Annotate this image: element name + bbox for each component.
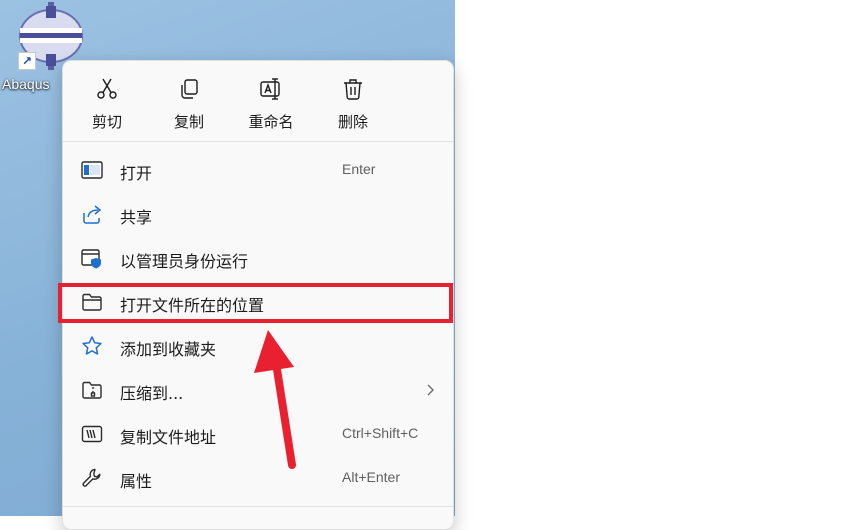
menu-item-label: 打开文件所在的位置 xyxy=(120,296,265,315)
trash-icon xyxy=(344,79,362,100)
menu-item-open[interactable]: 打开 Enter xyxy=(69,150,449,190)
wrench-icon xyxy=(82,468,101,487)
menu-item-run-as-admin[interactable]: 以管理员身份运行 xyxy=(69,238,449,278)
desktop-shortcut-abaqus[interactable]: ↗ Abaqus xyxy=(0,0,83,100)
menu-item-label: 以管理员身份运行 xyxy=(120,252,249,271)
menu-item-share[interactable]: 共享 xyxy=(69,194,449,234)
menu-item-label: 属性 xyxy=(120,472,153,491)
copy-button[interactable]: 复制 xyxy=(153,69,225,133)
shortcut-text: Ctrl+Shift+C xyxy=(342,425,419,441)
star-icon xyxy=(82,336,102,355)
delete-button[interactable]: 删除 xyxy=(317,69,389,133)
rename-label: 重命名 xyxy=(248,113,294,131)
menu-item-open-file-location[interactable]: 打开文件所在的位置 xyxy=(69,282,449,322)
menu-item-label: 打开 xyxy=(120,164,153,183)
divider xyxy=(63,141,453,142)
menu-item-properties[interactable]: 属性 Alt+Enter xyxy=(69,458,449,498)
context-menu: 剪切 复制 重命名 删除 打开 Enter 共享 以管理员身份运行 打开文件所在… xyxy=(62,60,454,530)
copy-label: 复制 xyxy=(173,113,204,131)
cut-button[interactable]: 剪切 xyxy=(71,69,143,133)
menu-item-add-to-favorites[interactable]: 添加到收藏夹 xyxy=(69,326,449,366)
scissors-icon xyxy=(97,78,117,99)
shortcut-text: Enter xyxy=(342,161,376,177)
menu-item-label: 复制文件地址 xyxy=(120,428,217,447)
rename-icon xyxy=(260,78,280,100)
desktop-icon-label: Abaqus xyxy=(2,76,50,92)
menu-item-label: 压缩到... xyxy=(120,384,184,403)
menu-item-label: 添加到收藏夹 xyxy=(120,340,217,359)
blank-area xyxy=(455,0,848,516)
copy-path-icon xyxy=(81,425,103,443)
menu-item-label: 共享 xyxy=(120,208,153,227)
menu-item-compress-to[interactable]: 压缩到... xyxy=(69,370,449,410)
rename-button[interactable]: 重命名 xyxy=(235,69,307,133)
share-icon xyxy=(83,205,102,224)
chevron-right-icon xyxy=(427,384,434,396)
zip-folder-icon xyxy=(82,381,102,399)
shortcut-text: Alt+Enter xyxy=(342,469,400,485)
quick-actions-row: 剪切 复制 重命名 删除 xyxy=(63,61,453,141)
admin-shield-icon xyxy=(81,249,101,269)
shortcut-arrow-icon: ↗ xyxy=(18,52,36,70)
cut-label: 剪切 xyxy=(91,113,122,131)
open-window-icon xyxy=(81,161,103,179)
delete-label: 删除 xyxy=(337,113,368,131)
divider xyxy=(63,506,453,507)
menu-item-copy-path[interactable]: 复制文件地址 Ctrl+Shift+C xyxy=(69,414,449,454)
folder-icon xyxy=(82,293,102,311)
copy-icon xyxy=(181,79,198,99)
